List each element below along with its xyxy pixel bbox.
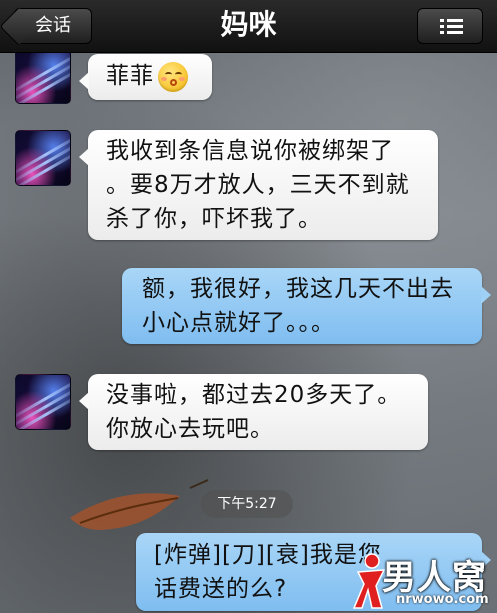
menu-button[interactable]	[417, 8, 483, 44]
message-line: 你放心去玩吧。	[106, 416, 274, 442]
message-text: 菲菲	[106, 63, 154, 89]
message-line: 我收到条信息说你被绑架了	[106, 138, 394, 164]
message-bubble-incoming[interactable]: 菲菲	[79, 54, 212, 100]
navigation-bar: 会话 妈咪	[0, 0, 497, 53]
message-line: 额，我很好，我这几天不出去	[142, 276, 454, 302]
watermark-url: nrwowo.com	[396, 592, 489, 607]
site-watermark: 男人窝 nrwowo.com	[352, 548, 497, 613]
message-line: 小心点就好了。。。	[142, 310, 335, 336]
contact-avatar[interactable]	[15, 48, 71, 104]
kissing-face-emoji-icon	[158, 61, 188, 92]
message-timestamp: 下午5:27	[201, 490, 293, 518]
back-button-label: 会话	[35, 15, 71, 36]
message-bubble-incoming[interactable]: 没事啦，都过去20多天了。 你放心去玩吧。	[79, 374, 428, 450]
message-line: 没事啦，都过去20多天了。	[106, 382, 402, 408]
message-line: 。要8万才放人，三天不到就	[106, 172, 410, 198]
message-bubble-incoming[interactable]: 我收到条信息说你被绑架了 。要8万才放人，三天不到就 杀了你，吓坏我了。	[79, 130, 438, 240]
contact-avatar[interactable]	[15, 374, 71, 430]
message-line: 杀了你，吓坏我了。	[106, 206, 322, 232]
message-bubble-outgoing[interactable]: 额，我很好，我这几天不出去 小心点就好了。。。	[122, 268, 491, 344]
contact-avatar[interactable]	[15, 130, 71, 186]
